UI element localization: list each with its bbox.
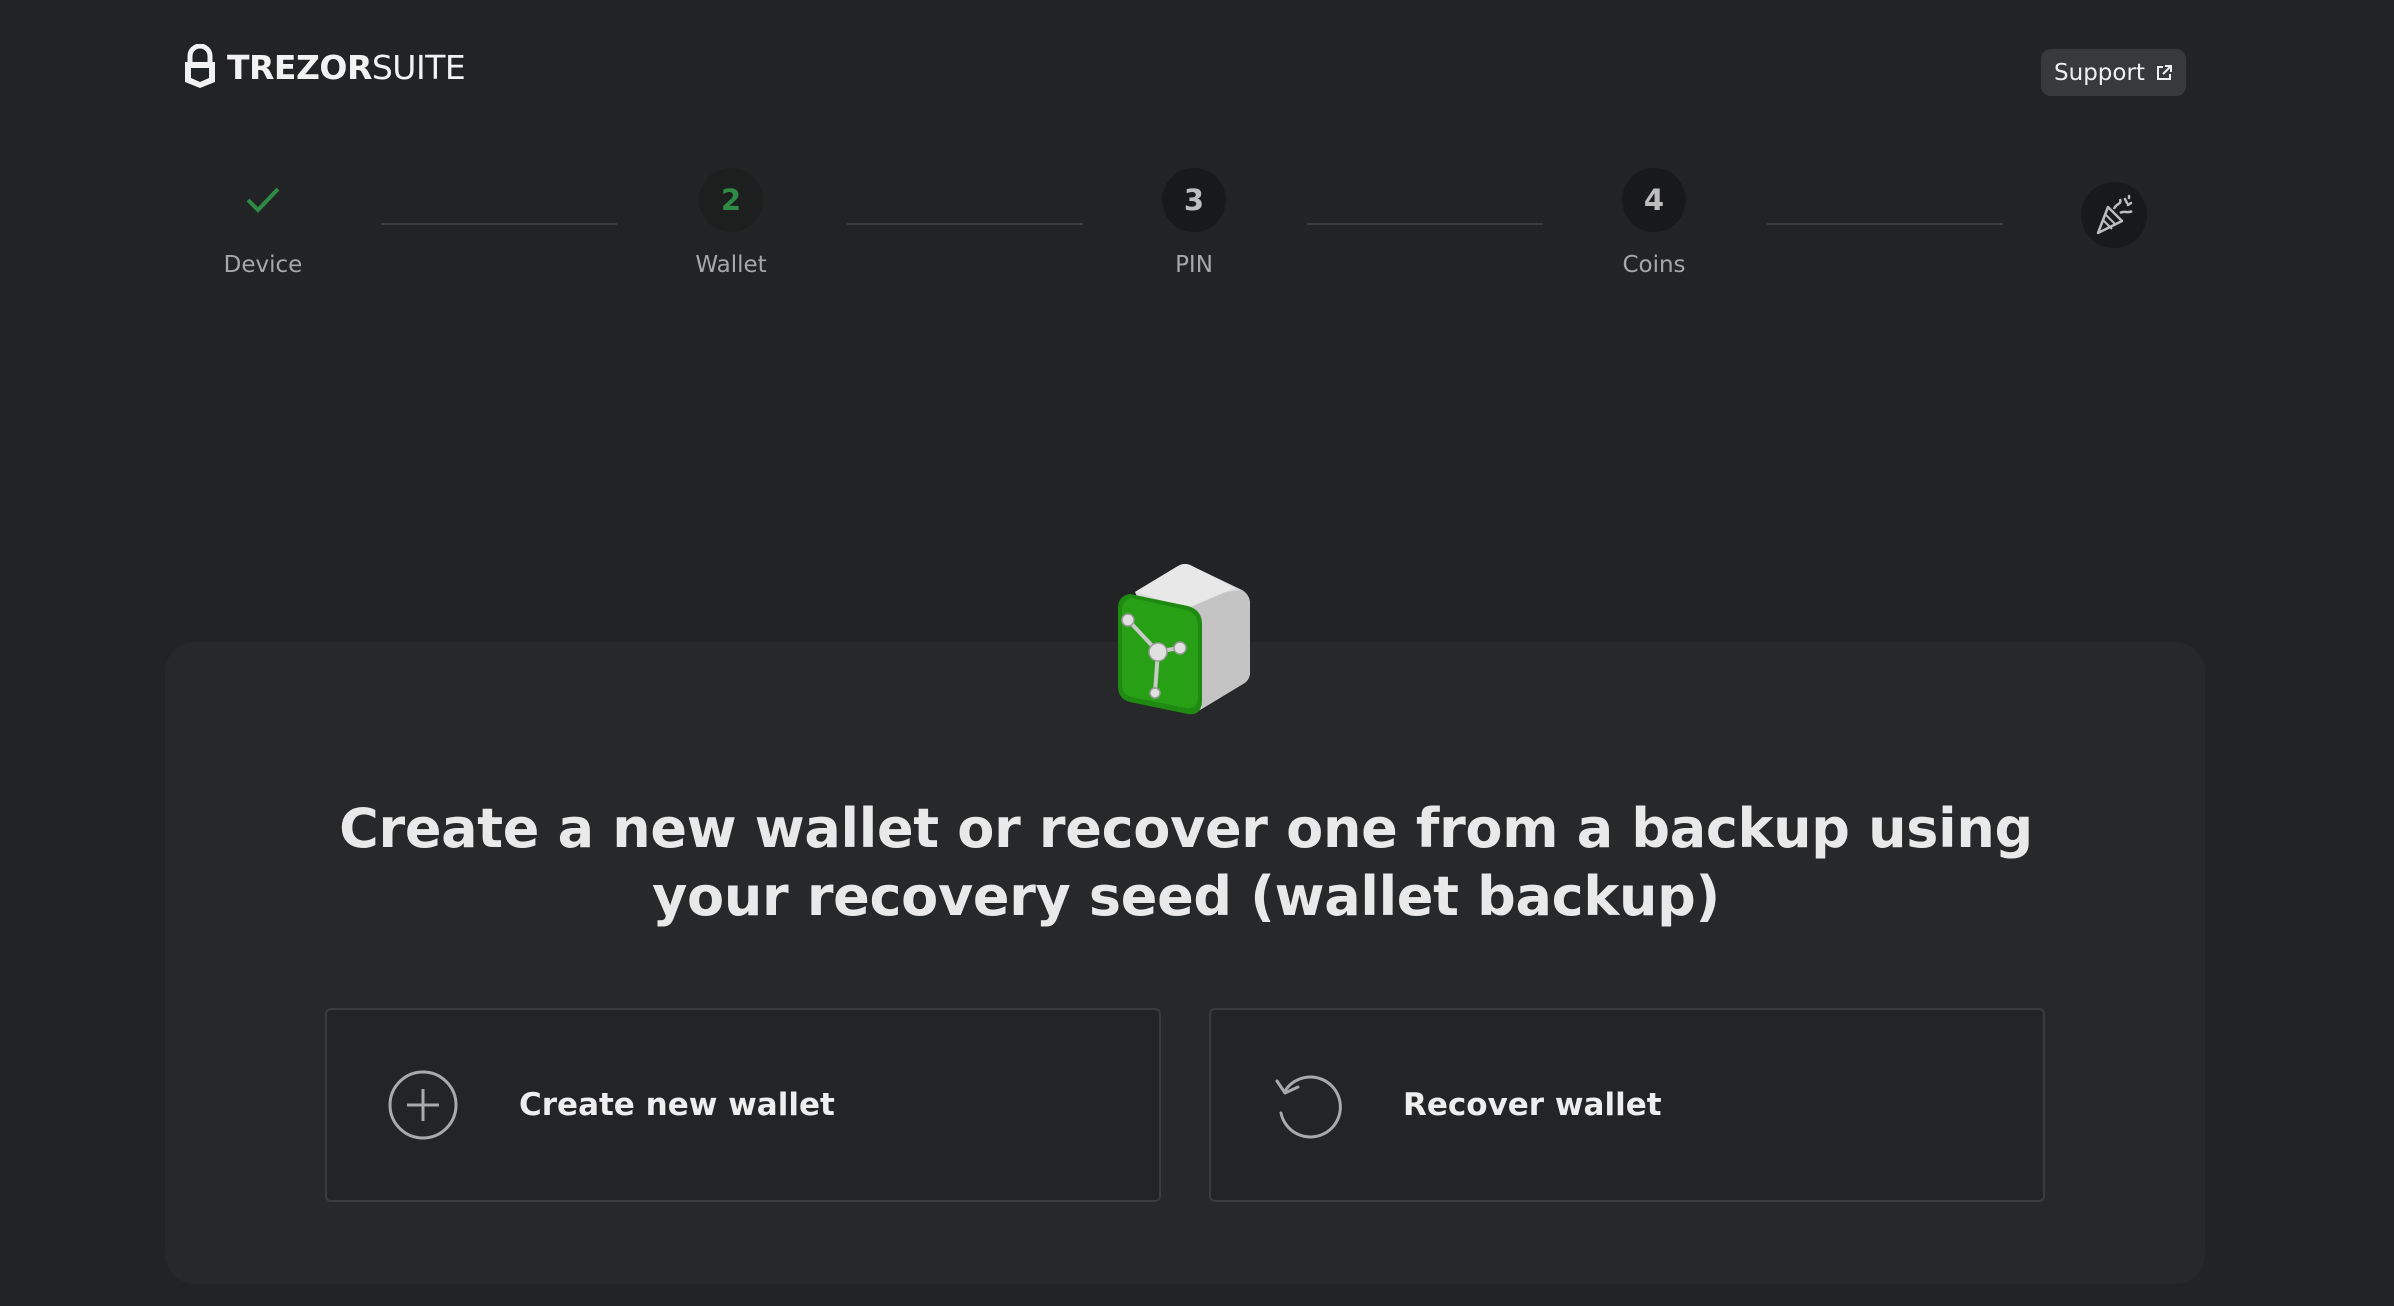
create-new-wallet-label: Create new wallet: [519, 1087, 835, 1123]
create-new-wallet-button[interactable]: Create new wallet: [325, 1008, 1161, 1202]
step-wallet: 2 Wallet: [681, 168, 781, 278]
external-link-icon: [2156, 64, 2172, 80]
support-label: Support: [2054, 59, 2145, 86]
onboarding-screen: TREZORSUITE Support Device 2 Wallet 3 PI…: [0, 0, 2394, 1306]
trezor-suite-logo: TREZORSUITE: [183, 44, 466, 90]
page-title: Create a new wallet or recover one from …: [339, 797, 2033, 928]
recover-wallet-button[interactable]: Recover wallet: [1209, 1008, 2045, 1202]
step-pin-indicator: 3: [1162, 168, 1226, 232]
support-button[interactable]: Support: [2041, 49, 2186, 96]
step-device: Device: [213, 168, 313, 278]
step-wallet-indicator: 2: [699, 168, 763, 232]
step-connector: [847, 223, 1083, 225]
recover-wallet-label: Recover wallet: [1403, 1087, 1662, 1123]
step-connector: [1767, 223, 2003, 225]
step-pin: 3 PIN: [1144, 168, 1244, 278]
checkmark-icon: [246, 187, 280, 213]
step-coins-indicator: 4: [1622, 168, 1686, 232]
wallet-box-icon: [1118, 564, 1250, 715]
step-coins: 4 Coins: [1604, 168, 1704, 278]
trezor-lock-icon: [185, 44, 215, 88]
step-device-indicator: [231, 168, 295, 232]
undo-icon: [1275, 1075, 1342, 1139]
plus-circle-icon: [388, 1070, 458, 1140]
step-label: PIN: [1175, 252, 1213, 278]
step-final: [2081, 182, 2147, 248]
step-label: Wallet: [695, 252, 767, 278]
step-connector: [381, 223, 617, 225]
party-popper-icon: [2096, 194, 2133, 235]
step-label: Device: [223, 252, 303, 278]
step-label: Coins: [1622, 252, 1686, 278]
step-connector: [1307, 223, 1543, 225]
logo-text: TREZORSUITE: [227, 47, 466, 87]
